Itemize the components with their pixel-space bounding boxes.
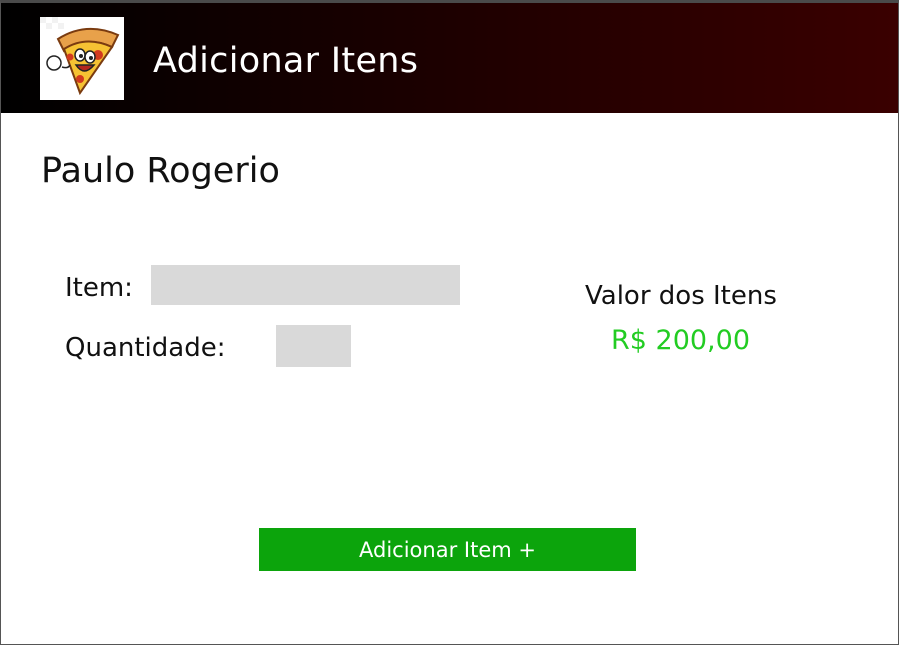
page-title: Adicionar Itens bbox=[153, 41, 419, 81]
quantity-label: Quantidade: bbox=[65, 333, 226, 363]
customer-name: Paulo Rogerio bbox=[41, 151, 280, 191]
add-item-button[interactable]: Adicionar Item + bbox=[259, 528, 636, 571]
items-total-value: R$ 200,00 bbox=[611, 325, 750, 356]
item-input[interactable] bbox=[151, 265, 460, 305]
pizza-mascot-icon bbox=[40, 17, 124, 100]
header-bar: Adicionar Itens bbox=[1, 3, 898, 113]
quantity-input[interactable] bbox=[276, 325, 351, 367]
item-label: Item: bbox=[65, 273, 133, 303]
items-total-label: Valor dos Itens bbox=[585, 281, 777, 311]
app-window: Adicionar Itens Paulo Rogerio Item: Quan… bbox=[0, 0, 899, 645]
